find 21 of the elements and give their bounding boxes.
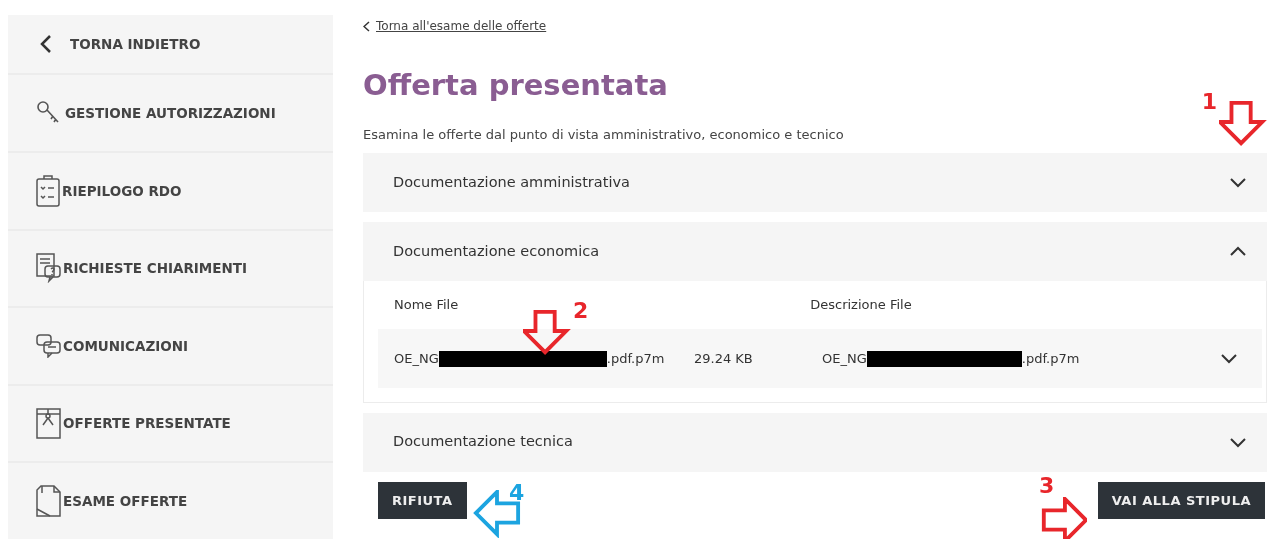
back-button[interactable]: TORNA INDIETRO	[8, 15, 333, 74]
annotation-number: 1	[1201, 91, 1217, 113]
column-header: Nome File	[394, 296, 459, 315]
sidebar-item[interactable]: RIEPILOGO RDO	[8, 153, 333, 229]
back-link[interactable]: Torna all'esame delle offerte	[376, 17, 547, 35]
file-description: OE_NG .pdf.p7m	[822, 349, 1081, 369]
sidebar-item[interactable]: RICHIESTE CHIARIMENTI	[8, 230, 333, 307]
file-size: 29.24 KB	[694, 349, 754, 368]
sidebar-item[interactable]: COMUNICAZIONI	[8, 308, 333, 384]
action-button[interactable]: RIFIUTA	[378, 481, 467, 520]
annotation-number: 4	[509, 482, 525, 504]
sidebar-item[interactable]: OFFERTE PRESENTATE	[8, 385, 333, 462]
annotation-number: 3	[1039, 475, 1055, 497]
column-header: Descrizione File	[810, 296, 912, 315]
file-name: OE_NG .pdf.p7m	[394, 349, 666, 369]
page-title: Offerta presentata	[363, 68, 668, 103]
annotation-number: 2	[573, 300, 589, 322]
sidebar-item[interactable]: ESAME OFFERTE	[8, 463, 333, 539]
sidebar-item[interactable]: GESTIONE AUTORIZZAZIONI	[8, 75, 333, 151]
page-subtitle: Esamina le offerte dal punto di vista amministrativo, economico e tecnico	[363, 125, 845, 144]
action-button[interactable]: VAI ALLA STIPULA	[1097, 481, 1265, 520]
